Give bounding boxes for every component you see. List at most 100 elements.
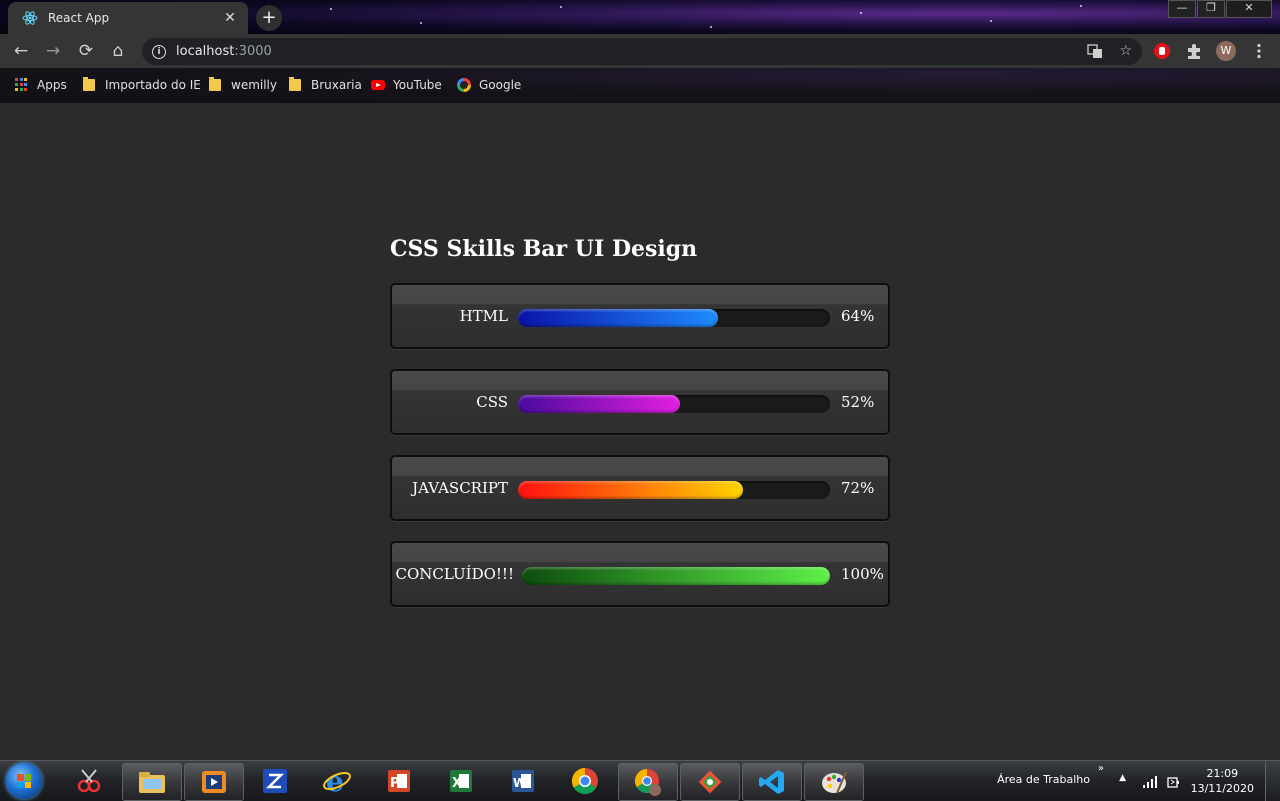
star-decoration: [1080, 5, 1082, 7]
system-clock[interactable]: 21:09 13/11/2020: [1191, 766, 1254, 796]
tab-close-icon[interactable]: ✕: [222, 10, 238, 26]
skill-card-javascript: JAVASCRIPT 72%: [390, 455, 890, 521]
clock-time: 21:09: [1206, 767, 1239, 780]
bookmark-label: wemilly: [231, 78, 277, 92]
svg-text:e: e: [326, 766, 344, 796]
star-decoration: [860, 12, 862, 14]
show-hidden-icons-icon[interactable]: ▲: [1119, 773, 1126, 783]
windows-taskbar: e P X W Área de Trabalho » ▲ 21:09 13/11…: [0, 760, 1280, 801]
skill-label: HTML: [459, 307, 508, 325]
new-tab-button[interactable]: +: [256, 5, 282, 31]
skill-percent: 52%: [841, 393, 875, 411]
bookmark-wemilly[interactable]: wemilly: [209, 76, 277, 94]
start-button[interactable]: [6, 763, 42, 799]
window-close-button[interactable]: ✕: [1226, 0, 1272, 18]
back-button[interactable]: ←: [11, 41, 31, 61]
skill-label: CONCLUÍDO!!!: [395, 565, 515, 583]
bookmark-star-icon[interactable]: ☆: [1119, 43, 1132, 64]
chrome-profile-icon[interactable]: [618, 763, 678, 801]
apps-grid-icon: [15, 78, 29, 92]
skill-percent: 72%: [841, 479, 875, 497]
bookmark-label: Importado do IE: [105, 78, 201, 92]
skill-track: [518, 309, 830, 327]
bookmark-importado[interactable]: Importado do IE: [83, 76, 201, 94]
excel-icon[interactable]: X: [432, 763, 490, 799]
skill-track: [518, 481, 830, 499]
scanner-icon[interactable]: [246, 763, 304, 799]
forward-button[interactable]: →: [43, 41, 63, 61]
file-explorer-icon[interactable]: [122, 763, 182, 801]
bookmark-label: YouTube: [393, 78, 442, 92]
home-button[interactable]: ⌂: [108, 41, 128, 61]
skill-label: CSS: [476, 393, 508, 411]
star-decoration: [420, 22, 422, 24]
folder-icon: [209, 77, 221, 91]
skill-progress-fill: [518, 309, 718, 327]
address-bar[interactable]: i localhost:3000 ☆: [142, 38, 1142, 65]
power-plug-icon[interactable]: [1166, 774, 1180, 793]
bookmark-apps[interactable]: Apps: [15, 76, 67, 94]
tab-strip: React App ✕ + — ❐ ✕: [0, 0, 1280, 34]
star-decoration: [990, 20, 992, 22]
vscode-icon[interactable]: [742, 763, 802, 801]
star-decoration: [330, 8, 332, 10]
bookmark-bruxaria[interactable]: Bruxaria: [289, 76, 362, 94]
youtube-icon: [371, 80, 385, 90]
skill-card-css: CSS 52%: [390, 369, 890, 435]
snipping-tool-icon[interactable]: [60, 763, 118, 799]
network-signal-icon[interactable]: [1142, 774, 1158, 793]
skill-progress-fill: [518, 395, 681, 413]
skill-percent: 100%: [841, 565, 884, 583]
word-icon[interactable]: W: [494, 763, 552, 799]
desktop-toolbar-label[interactable]: Área de Trabalho: [997, 773, 1090, 786]
chrome-icon[interactable]: [556, 763, 614, 799]
skill-card-concluido: CONCLUÍDO!!! 100%: [390, 541, 890, 607]
skill-track: [518, 395, 830, 413]
restore-button[interactable]: ❐: [1197, 0, 1225, 18]
skill-progress-fill: [522, 567, 830, 585]
skill-card-html: HTML 64%: [390, 283, 890, 349]
toolbar-chevron-icon[interactable]: »: [1098, 763, 1104, 774]
svg-text:W: W: [513, 776, 526, 790]
translate-icon[interactable]: [1087, 43, 1103, 64]
skill-percent: 64%: [841, 307, 875, 325]
star-decoration: [560, 6, 562, 8]
bookmark-label: Bruxaria: [311, 78, 362, 92]
svg-text:X: X: [452, 776, 462, 791]
menu-kebab-icon[interactable]: [1250, 42, 1268, 60]
tab-title: React App: [48, 11, 110, 25]
reload-button[interactable]: ⟳: [76, 41, 96, 61]
git-icon[interactable]: [680, 763, 740, 801]
star-decoration: [710, 26, 712, 28]
bookmark-label: Apps: [37, 78, 67, 92]
powerpoint-icon[interactable]: P: [370, 763, 428, 799]
skill-label: JAVASCRIPT: [412, 479, 508, 497]
windows-logo-icon: [17, 774, 31, 788]
browser-tab[interactable]: React App ✕: [8, 2, 248, 34]
url-text: localhost:3000: [176, 44, 272, 59]
bookmark-google[interactable]: Google: [457, 76, 521, 94]
folder-icon: [289, 77, 301, 91]
clock-date: 13/11/2020: [1190, 782, 1254, 795]
svg-text:P: P: [390, 776, 400, 791]
browser-toolbar: ← → ⟳ ⌂ i localhost:3000 ☆: [0, 34, 1280, 68]
react-icon: [22, 10, 38, 26]
info-icon[interactable]: i: [152, 44, 166, 59]
skill-progress-fill: [518, 481, 743, 499]
system-tray: Área de Trabalho » ▲ 21:09 13/11/2020: [980, 761, 1280, 801]
media-player-icon[interactable]: [184, 763, 244, 801]
profile-avatar[interactable]: W: [1216, 41, 1236, 61]
minimize-button[interactable]: —: [1168, 0, 1196, 18]
internet-explorer-icon[interactable]: e: [308, 763, 366, 799]
google-icon: [457, 78, 471, 92]
paint-icon[interactable]: [804, 763, 864, 801]
show-desktop-button[interactable]: [1265, 761, 1280, 801]
skill-track: [522, 567, 830, 585]
bookmarks-bar: Apps Importado do IE wemilly Bruxaria Yo…: [0, 68, 1280, 103]
window-controls: — ❐ ✕: [1167, 0, 1272, 18]
folder-icon: [83, 77, 95, 91]
extensions-puzzle-icon[interactable]: [1185, 42, 1203, 60]
adblock-extension-icon[interactable]: [1153, 42, 1171, 60]
bookmark-youtube[interactable]: YouTube: [371, 76, 442, 94]
bookmark-label: Google: [479, 78, 522, 92]
